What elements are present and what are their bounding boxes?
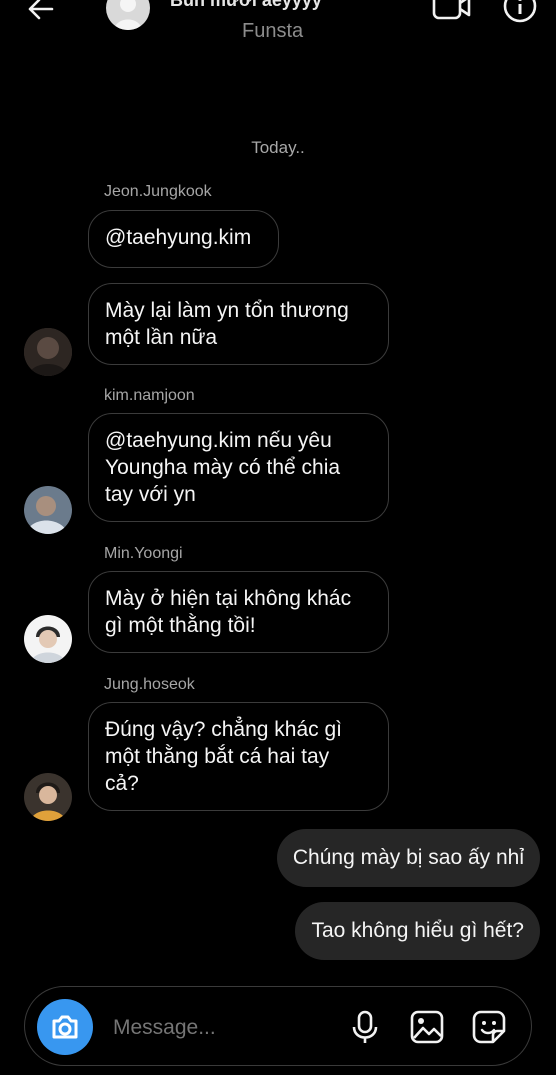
- message-line: Mày lại làm yn tổn thương: [105, 299, 349, 322]
- sticker-icon[interactable]: [471, 1009, 507, 1045]
- message-line: cả?: [105, 772, 139, 795]
- microphone-icon[interactable]: [347, 1009, 383, 1045]
- sender-name: kim.namjoon: [104, 387, 195, 404]
- chat-title[interactable]: Bún mười aeyyyy: [170, 0, 322, 11]
- chat-subtitle: Funsta: [242, 20, 304, 42]
- message-bubble[interactable]: Đúng vậy? chẳng khác gì một thằng bắt cá…: [88, 702, 389, 811]
- message-composer: [24, 986, 532, 1066]
- message-text: @taehyung.kim: [105, 226, 252, 249]
- message-text: Chúng mày bị sao ấy nhỉ: [292, 846, 524, 869]
- gallery-icon[interactable]: [409, 1009, 445, 1045]
- message-line: gì một thằng tồi!: [105, 614, 256, 637]
- date-divider: Today..: [251, 138, 305, 157]
- group-avatar[interactable]: [106, 0, 150, 30]
- outgoing-message[interactable]: Chúng mày bị sao ấy nhỉ: [276, 829, 540, 887]
- chat-header: Bún mười aeyyyy Funsta: [0, 0, 556, 60]
- message-line: một thằng bắt cá hai tay: [105, 745, 330, 768]
- message-text: Tao không hiểu gì hết?: [311, 919, 524, 942]
- message-line: Đúng vậy? chẳng khác gì: [105, 718, 342, 741]
- message-bubble[interactable]: Mày lại làm yn tổn thương một lần nữa: [88, 283, 389, 365]
- message-line: @taehyung.kim nếu yêu: [105, 429, 332, 452]
- sender-name: Jung.hoseok: [104, 676, 195, 693]
- message-line: Youngha mày có thể chia: [105, 456, 341, 479]
- info-icon[interactable]: [502, 0, 538, 24]
- avatar-namjoon[interactable]: [24, 486, 72, 534]
- sender-name: Jeon.Jungkook: [104, 183, 212, 200]
- outgoing-message[interactable]: Tao không hiểu gì hết?: [295, 902, 540, 960]
- sender-name: Min.Yoongi: [104, 545, 183, 562]
- message-bubble[interactable]: @taehyung.kim: [88, 210, 279, 268]
- camera-button[interactable]: [37, 999, 93, 1055]
- message-line: Mày ở hiện tại không khác: [105, 587, 352, 610]
- message-line: tay với yn: [105, 483, 196, 506]
- message-bubble[interactable]: Mày ở hiện tại không khác gì một thằng t…: [88, 571, 389, 653]
- avatar-jungkook[interactable]: [24, 328, 72, 376]
- avatar-hoseok[interactable]: [24, 773, 72, 821]
- message-input[interactable]: [111, 1015, 335, 1041]
- message-bubble[interactable]: @taehyung.kim nếu yêu Youngha mày có thể…: [88, 413, 389, 522]
- back-arrow-icon[interactable]: [26, 0, 56, 24]
- camera-icon: [52, 1015, 78, 1039]
- message-line: một lần nữa: [105, 326, 218, 349]
- video-call-icon[interactable]: [432, 0, 472, 22]
- avatar-yoongi[interactable]: [24, 615, 72, 663]
